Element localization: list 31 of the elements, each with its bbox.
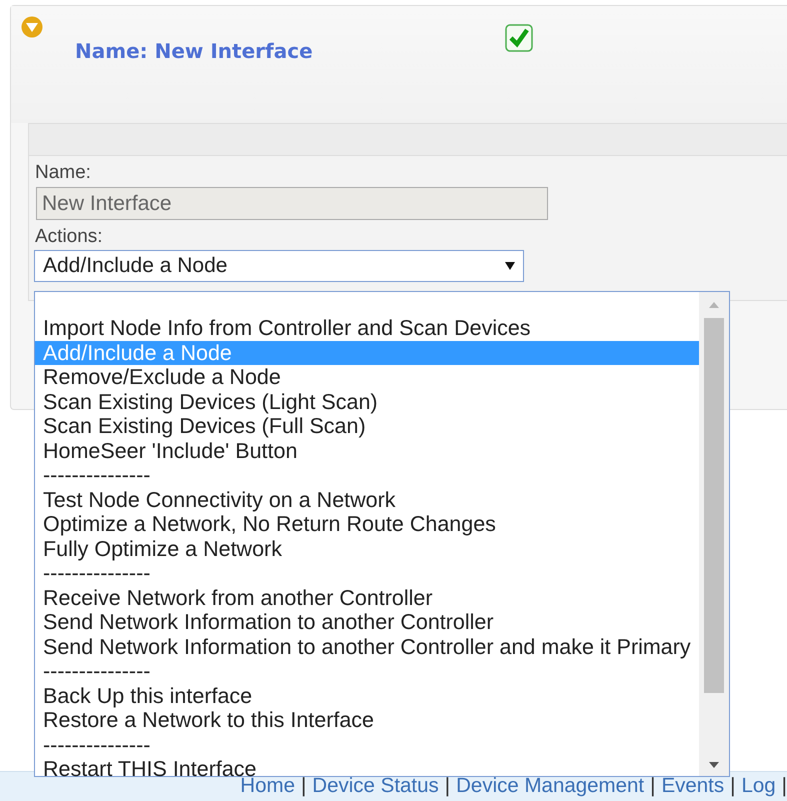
field-label: Actions: bbox=[34, 225, 104, 248]
scrollbar[interactable] bbox=[699, 292, 729, 776]
dropdown-option[interactable]: Test Node Connectivity on a Network bbox=[35, 488, 699, 512]
dropdown-option[interactable]: Fully Optimize a Network bbox=[35, 536, 699, 561]
checkbox[interactable] bbox=[504, 24, 533, 52]
link-separator: | bbox=[782, 773, 787, 800]
dropdown-option[interactable]: Restore a Network to this Interface bbox=[35, 708, 699, 732]
link-separator: | bbox=[444, 773, 450, 800]
link-separator: | bbox=[650, 773, 656, 800]
dropdown-option[interactable]: --------------- bbox=[35, 561, 699, 586]
dropdown-option[interactable]: --------------- bbox=[35, 463, 699, 488]
dropdown-option[interactable]: --------------- bbox=[35, 732, 699, 757]
actions-dropdown[interactable]: Add/Include a Node bbox=[34, 250, 524, 282]
link-separator: | bbox=[730, 773, 736, 800]
dropdown-option[interactable]: --------------- bbox=[35, 659, 699, 684]
dropdown-option[interactable]: Send Network Information to another Controller and make it Primary bbox=[35, 634, 699, 659]
caret-icon bbox=[505, 262, 515, 270]
dropdown-option[interactable]: Scan Existing Devices (Light Scan) bbox=[35, 390, 699, 414]
dropdown-option[interactable]: Receive Network from another Controller bbox=[35, 586, 699, 610]
dropdown-option[interactable]: Import Node Info from Controller and Scan Devices bbox=[35, 316, 699, 340]
footer-link[interactable]: Log bbox=[741, 771, 776, 801]
dropdown-option[interactable]: Remove/Exclude a Node bbox=[35, 365, 699, 390]
dropdown-option[interactable]: HomeSeer 'Include' Button bbox=[35, 438, 699, 463]
dropdown-option[interactable]: Back Up this interface bbox=[35, 684, 699, 708]
dropdown-option[interactable]: Send Network Information to another Controller bbox=[35, 610, 699, 634]
collapse-icon[interactable] bbox=[21, 16, 43, 38]
dropdown-option[interactable]: Scan Existing Devices (Full Scan) bbox=[35, 414, 699, 438]
field-label: Name: bbox=[34, 161, 92, 184]
dropdown-option[interactable]: Optimize a Network, No Return Route Changes bbox=[35, 512, 699, 536]
panel-title: Name: New Interface bbox=[75, 38, 313, 65]
link-separator: | bbox=[300, 773, 306, 800]
